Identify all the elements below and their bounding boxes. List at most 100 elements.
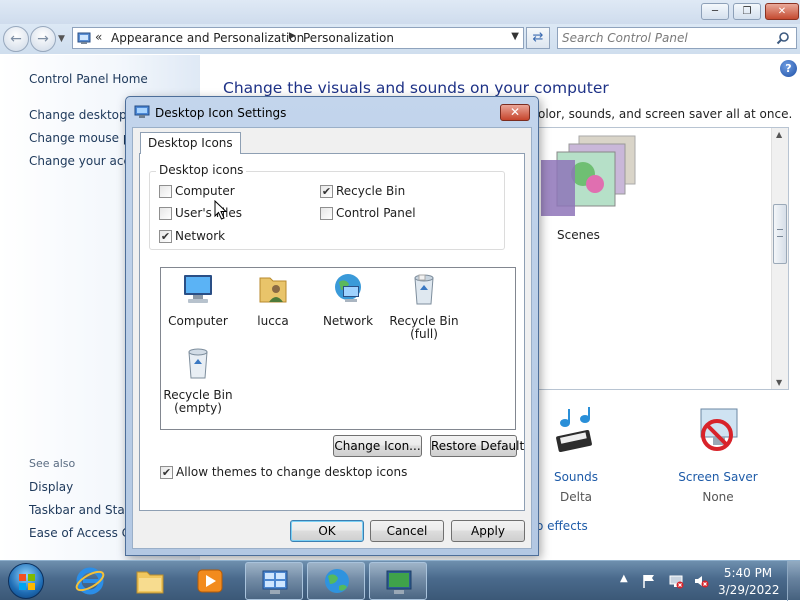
taskbar-desktop-icon-settings[interactable] (369, 562, 427, 600)
clock-time[interactable]: 5:40 PM (722, 566, 774, 580)
restore-default-button[interactable]: Restore Default (430, 435, 524, 457)
screen-saver-title[interactable]: Screen Saver (676, 470, 760, 484)
folder-icon (136, 571, 164, 594)
desktop-settings-icon (134, 105, 150, 118)
checkbox-box[interactable] (159, 184, 172, 198)
dialog-body: Desktop Icons Desktop icons Computer Use… (132, 127, 532, 549)
history-dropdown-icon[interactable]: ▼ (58, 34, 65, 44)
scrollbar-thumb[interactable] (773, 204, 787, 264)
desktop-icons-group: Desktop icons Computer User's Files ✔ Ne… (149, 163, 505, 250)
taskbar-internet-explorer[interactable] (61, 562, 119, 600)
theme-thumbnail-icon (541, 135, 636, 216)
list-item-computer[interactable]: Computer (163, 272, 233, 328)
media-player-icon (197, 569, 223, 593)
checkbox-label: Allow themes to change desktop icons (176, 465, 408, 479)
user-folder-icon (259, 277, 287, 303)
cancel-button[interactable]: Cancel (370, 520, 444, 542)
taskbar-windows-explorer[interactable] (121, 562, 179, 600)
apply-button[interactable]: Apply (451, 520, 525, 542)
sounds-setting[interactable]: Sounds Delta (540, 405, 612, 504)
search-box[interactable] (557, 27, 797, 49)
tab-desktop-icons[interactable]: Desktop Icons (140, 132, 241, 154)
scroll-up-icon[interactable]: ▲ (776, 130, 782, 139)
maximize-icon: ❐ (742, 6, 752, 17)
minimize-icon: ─ (711, 6, 719, 17)
back-button[interactable]: ← (3, 26, 29, 52)
list-item-label: lucca (257, 314, 289, 328)
list-item-label: Recycle Bin (full) (389, 314, 459, 341)
refresh-icon: ⇄ (532, 30, 544, 45)
list-item-recycle-bin-full[interactable]: Recycle Bin (full) (389, 272, 459, 341)
checkbox-box[interactable]: ✔ (159, 229, 172, 243)
breadcrumb-personalization[interactable]: Personalization (303, 31, 394, 45)
show-hidden-icons-icon[interactable]: ▲ (620, 573, 628, 584)
sidebar-link-control-panel-home[interactable]: Control Panel Home (29, 72, 148, 86)
list-item-recycle-bin-empty[interactable]: Recycle Bin (empty) (163, 346, 233, 415)
help-icon[interactable]: ? (780, 60, 797, 77)
dialog-close-button[interactable]: ✕ (500, 104, 530, 121)
scroll-down-icon[interactable]: ▼ (776, 378, 782, 387)
change-icon-button[interactable]: Change Icon... (333, 435, 422, 457)
desktop-icon-settings-dialog: Desktop Icon Settings ✕ Desktop Icons De… (125, 96, 539, 556)
window-titlebar: ─ ❐ ✕ (0, 0, 800, 24)
list-item-user-folder[interactable]: lucca (238, 272, 308, 328)
sounds-icon (556, 407, 592, 452)
sidebar-link-display[interactable]: Display (29, 480, 73, 494)
forward-arrow-icon: → (37, 31, 49, 47)
tab-panel: Desktop icons Computer User's Files ✔ Ne… (139, 153, 525, 511)
checkbox-recycle-bin[interactable]: ✔ Recycle Bin (320, 184, 405, 198)
checkbox-network[interactable]: ✔ Network (159, 229, 225, 243)
close-button[interactable]: ✕ (765, 3, 799, 20)
breadcrumb-appearance[interactable]: Appearance and Personalization (111, 31, 304, 45)
checkbox-box[interactable] (159, 206, 172, 220)
start-button[interactable] (8, 563, 44, 599)
checkbox-users-files[interactable]: User's Files (159, 206, 242, 220)
group-label: Desktop icons (156, 163, 247, 177)
breadcrumb-separator-icon[interactable]: ▶ (289, 31, 296, 41)
checkbox-box[interactable] (320, 206, 333, 220)
page-title: Change the visuals and sounds on your co… (223, 79, 609, 97)
address-bar[interactable]: « Appearance and Personalization ▶ Perso… (72, 27, 524, 49)
dialog-title: Desktop Icon Settings (155, 106, 287, 120)
checkbox-box[interactable]: ✔ (320, 184, 333, 198)
refresh-button[interactable]: ⇄ (526, 27, 550, 49)
search-icon[interactable] (776, 31, 790, 45)
taskbar-network[interactable] (307, 562, 365, 600)
mouse-cursor-icon (214, 200, 228, 220)
taskbar-control-panel[interactable] (245, 562, 303, 600)
volume-muted-icon[interactable] (693, 573, 709, 589)
taskbar-media-player[interactable] (181, 562, 239, 600)
internet-explorer-icon (75, 567, 105, 595)
checkbox-label: Control Panel (336, 206, 416, 220)
search-input[interactable] (560, 29, 770, 47)
minimize-button[interactable]: ─ (701, 3, 729, 20)
effects-link[interactable]: o effects (536, 519, 588, 533)
checkbox-computer[interactable]: Computer (159, 184, 235, 198)
checkbox-label: User's Files (175, 206, 243, 220)
list-item-network[interactable]: Network (313, 272, 383, 328)
maximize-button[interactable]: ❐ (733, 3, 761, 20)
theme-item-scenes[interactable]: Scenes (539, 132, 639, 242)
clock-date[interactable]: 3/29/2022 (718, 583, 780, 597)
forward-button[interactable]: → (30, 26, 56, 52)
checkbox-allow-themes[interactable]: ✔ Allow themes to change desktop icons (160, 465, 407, 479)
network-status-icon[interactable] (668, 573, 684, 589)
screen-saver-setting[interactable]: Screen Saver None (676, 405, 760, 504)
checkbox-label: Recycle Bin (336, 184, 406, 198)
network-icon (335, 274, 361, 302)
checkbox-box[interactable]: ✔ (160, 465, 173, 479)
address-overflow[interactable]: « (95, 30, 102, 44)
checkbox-label: Network (175, 229, 226, 243)
action-center-flag-icon[interactable] (641, 573, 657, 589)
checkbox-control-panel[interactable]: Control Panel (320, 206, 416, 220)
themes-scrollbar[interactable]: ▲ ▼ (771, 128, 788, 389)
screen-saver-value: None (702, 490, 734, 504)
ok-button[interactable]: OK (290, 520, 364, 542)
control-panel-icon (77, 32, 91, 44)
windows-logo-icon (19, 574, 35, 590)
show-desktop-button[interactable] (787, 561, 800, 601)
icon-list[interactable]: Computer lucca Network Recycle Bin (full… (160, 267, 516, 430)
address-dropdown-icon[interactable]: ▼ (511, 31, 519, 42)
sounds-title[interactable]: Sounds (540, 470, 612, 484)
scrollbar-grip (777, 229, 783, 237)
